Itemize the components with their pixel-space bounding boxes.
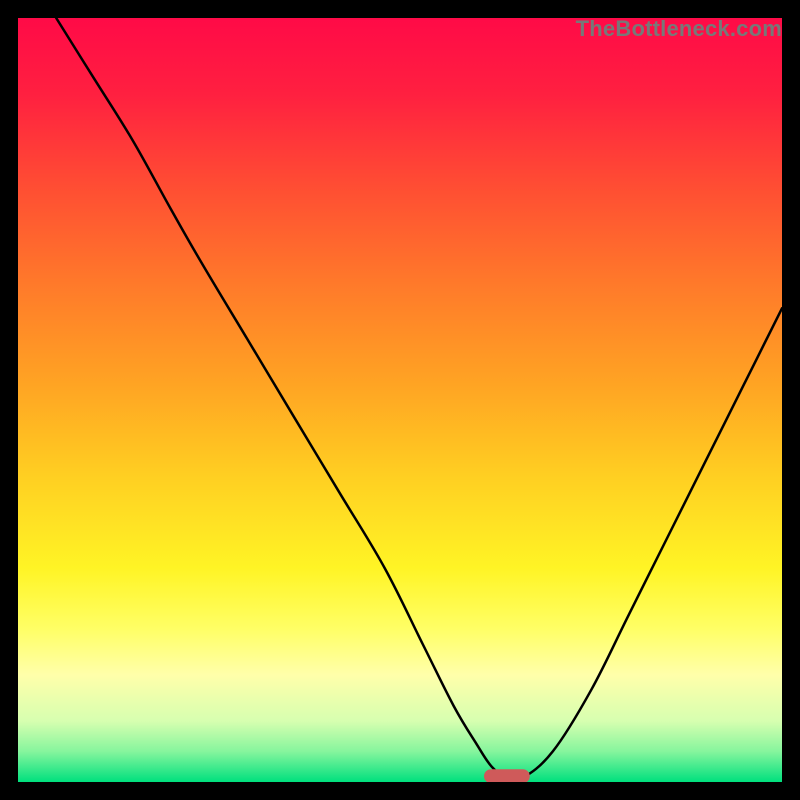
chart-frame: TheBottleneck.com	[18, 18, 782, 782]
optimal-marker	[484, 769, 530, 782]
watermark-label: TheBottleneck.com	[576, 16, 782, 42]
chart-background	[18, 18, 782, 782]
bottleneck-chart	[18, 18, 782, 782]
